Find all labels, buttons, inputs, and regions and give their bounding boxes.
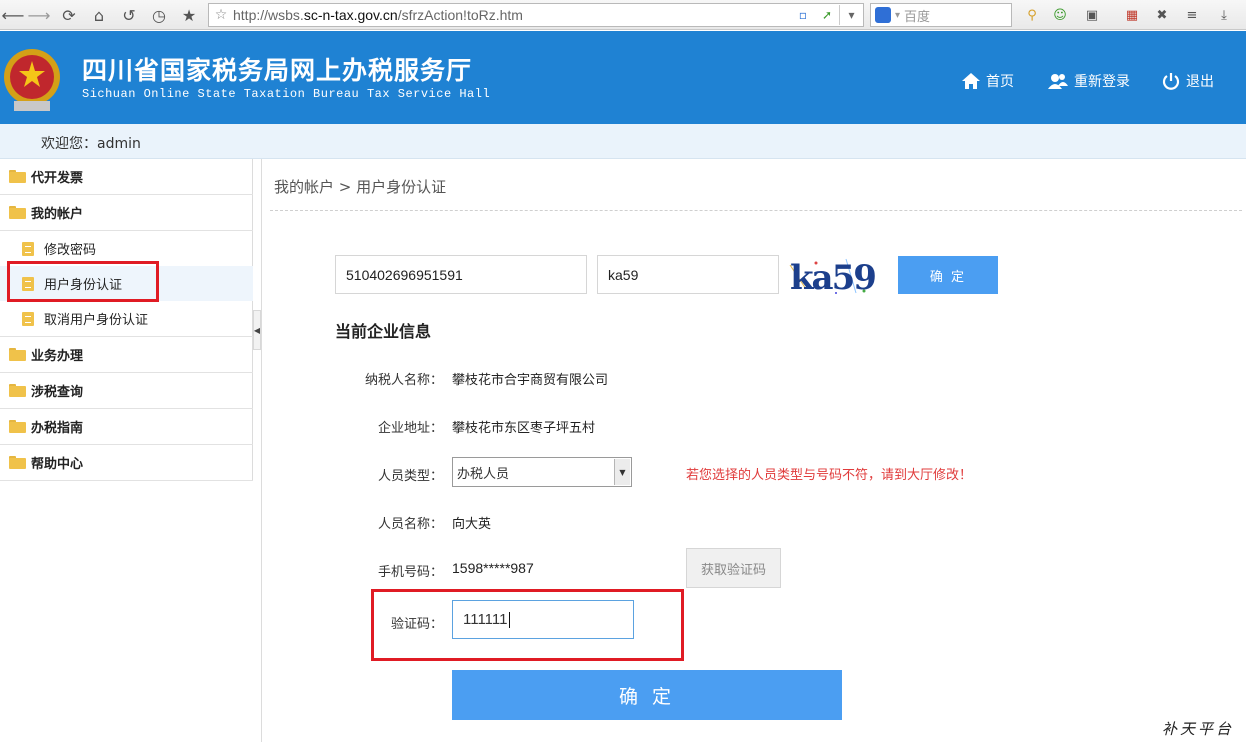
person-type-value: 办税人员 (457, 466, 510, 482)
id-number-input[interactable]: 510402696951591 (335, 255, 587, 294)
folder-icon (9, 420, 26, 433)
nav-logout-label: 退出 (1186, 74, 1214, 90)
menu-icon[interactable]: ≡ (1182, 5, 1202, 25)
camera-icon[interactable]: ▣ (1082, 5, 1102, 25)
chevron-down-icon[interactable]: ▼ (614, 459, 630, 485)
welcome-bar: 欢迎您：admin (0, 124, 1246, 159)
sidebar-item-label: 我的帐户 (31, 207, 84, 222)
folder-icon (9, 170, 26, 183)
browser-toolbar: ⟵ ⟶ ⟳ ⌂ ↺ ◷ ★ ☆ http://wsbs.sc-n-tax.gov… (0, 0, 1246, 30)
site-header: 四川省国家税务局网上办税服务厅 Sichuan Online State Tax… (0, 31, 1246, 124)
section-title: 当前企业信息 (335, 322, 432, 341)
sidebar-item-cancel-verify[interactable]: 取消用户身份认证 (0, 301, 253, 337)
nav-home-label: 首页 (986, 74, 1014, 90)
captcha-input[interactable]: ka59 (597, 255, 779, 294)
emblem-icon (4, 49, 60, 111)
user-icon[interactable]: ☺ (1050, 5, 1070, 25)
sidebar-item-account[interactable]: 我的帐户 (0, 195, 253, 231)
person-type-select[interactable]: 办税人员 ▼ (452, 457, 632, 487)
address-bar[interactable]: ☆ http://wsbs.sc-n-tax.gov.cn/sfrzAction… (208, 3, 864, 27)
sidebar-item-label: 帮助中心 (31, 457, 84, 472)
undo-icon[interactable]: ↺ (118, 4, 140, 26)
taxpayer-value: 攀枝花市合宇商贸有限公司 (452, 373, 609, 388)
type-label: 人员类型： (377, 469, 443, 484)
captcha-image[interactable]: ka59 (786, 255, 890, 297)
nav-relogin[interactable]: 重新登录 (1048, 71, 1130, 91)
type-warning: 若您选择的人员类型与号码不符，请到大厅修改！ (686, 468, 973, 483)
sidebar-item-tax-query[interactable]: 涉税查询 (0, 373, 253, 409)
url-text: http://wsbs.sc-n-tax.gov.cn/sfrzAction!t… (233, 7, 523, 23)
nav-home[interactable]: 首页 (962, 71, 1014, 91)
history-icon[interactable]: ◷ (148, 4, 170, 26)
search-placeholder: 百度 (904, 9, 931, 25)
person-name-value: 向大英 (452, 517, 492, 532)
submit-button[interactable]: 确 定 (452, 670, 842, 720)
phone-value: 1598*****987 (452, 560, 534, 576)
sidebar-item-label: 代开发票 (31, 171, 84, 186)
divider (270, 210, 1242, 211)
taxpayer-label: 纳税人名称： (364, 373, 443, 388)
site-subtitle: Sichuan Online State Taxation Bureau Tax… (82, 87, 491, 101)
breadcrumb: 我的帐户 > 用户身份认证 (274, 178, 447, 196)
sidebar-item-invoice[interactable]: 代开发票 (0, 159, 253, 195)
divider (261, 159, 262, 742)
folder-icon (9, 384, 26, 397)
sidebar-item-label: 修改密码 (44, 243, 97, 258)
sidebar-item-label: 办税指南 (31, 421, 84, 436)
sidebar-item-business[interactable]: 业务办理 (0, 337, 253, 373)
key-icon[interactable]: ⚲ (1022, 5, 1042, 25)
power-icon (1162, 73, 1180, 90)
confirm-captcha-button[interactable]: 确 定 (898, 256, 998, 294)
collapse-sidebar-icon[interactable]: ◀ (253, 310, 261, 350)
get-code-button[interactable]: 获取验证码 (686, 548, 781, 588)
sidebar-item-guide[interactable]: 办税指南 (0, 409, 253, 445)
document-icon (22, 311, 34, 326)
sidebar-item-label: 业务办理 (31, 349, 84, 364)
favorite-icon[interactable]: ★ (178, 4, 200, 26)
forward-icon[interactable]: ⟶ (28, 4, 51, 26)
pin-icon[interactable]: ➚ (815, 5, 839, 25)
download-icon[interactable]: ⤓ (1214, 5, 1234, 25)
sidebar-item-label: 涉税查询 (31, 385, 84, 400)
home-icon (962, 73, 980, 89)
nav-relogin-label: 重新登录 (1074, 74, 1130, 90)
chevron-down-icon[interactable]: ▾ (895, 10, 900, 21)
captcha-text: ka59 (790, 258, 875, 297)
folder-icon (9, 206, 26, 219)
sidebar-item-help[interactable]: 帮助中心 (0, 445, 253, 481)
users-icon (1048, 74, 1068, 89)
baidu-icon (875, 7, 891, 23)
watermark: 补天平台 (1162, 720, 1235, 738)
dropdown-icon[interactable]: ▾ (839, 5, 863, 25)
wrench-icon[interactable]: ✖ (1152, 5, 1172, 25)
sidebar-highlight-box (7, 261, 159, 302)
document-icon (22, 241, 34, 256)
address-label: 企业地址： (377, 421, 443, 436)
home-browser-icon[interactable]: ⌂ (88, 4, 110, 26)
phone-label: 手机号码： (377, 565, 443, 580)
welcome-text: 欢迎您：admin (41, 136, 141, 152)
compat-icon[interactable]: ▫ (791, 5, 815, 25)
folder-icon (9, 456, 26, 469)
search-box[interactable]: ▾ 百度 (870, 3, 1012, 27)
bookmark-star-icon[interactable]: ☆ (209, 7, 233, 23)
site-title: 四川省国家税务局网上办税服务厅 (82, 56, 473, 85)
nav-logout[interactable]: 退出 (1162, 71, 1214, 91)
address-value: 攀枝花市东区枣子坪五村 (452, 421, 596, 436)
sidebar-item-label: 取消用户身份认证 (44, 313, 149, 328)
code-highlight-box (371, 589, 684, 661)
tools-icon[interactable]: ▦ (1122, 5, 1142, 25)
person-name-label: 人员名称： (377, 517, 443, 532)
refresh-icon[interactable]: ⟳ (58, 4, 80, 26)
sidebar: 代开发票 我的帐户 修改密码 用户身份认证 取消用户身份认证 业务办理 涉税查询… (0, 159, 253, 481)
back-icon[interactable]: ⟵ (2, 4, 25, 26)
folder-icon (9, 348, 26, 361)
